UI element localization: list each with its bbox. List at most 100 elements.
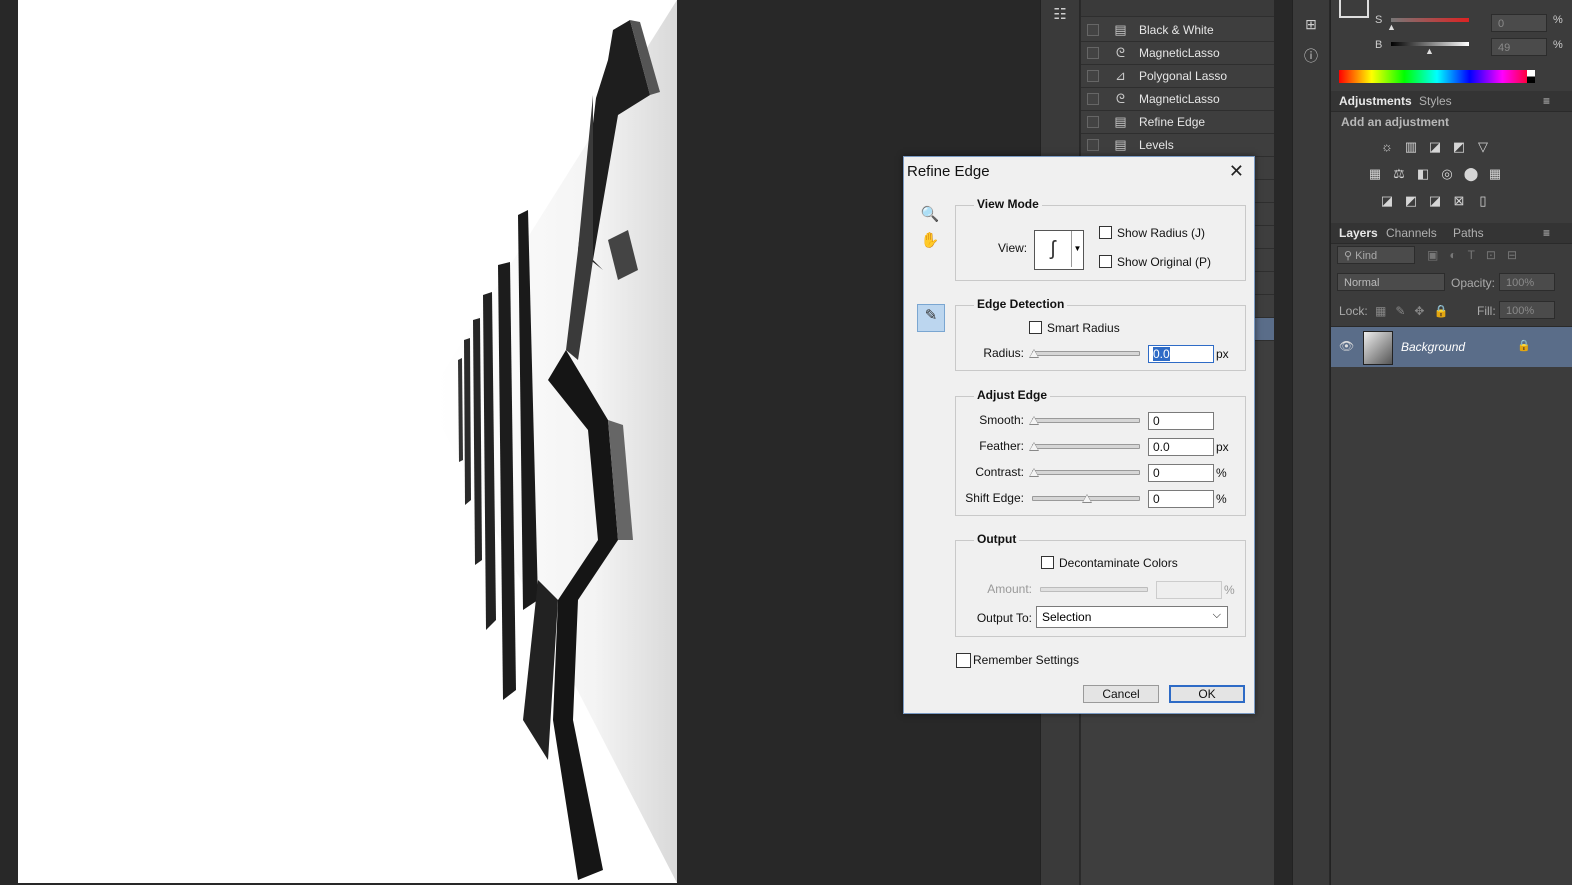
fill-field[interactable]: 100% <box>1499 301 1555 319</box>
invert-icon[interactable]: ◪ <box>1379 194 1395 208</box>
color-balance-icon[interactable]: ⚖ <box>1391 167 1407 181</box>
history-doc-icon: ▤ <box>1114 137 1127 152</box>
history-checkbox[interactable] <box>1087 93 1099 105</box>
show-radius-checkbox[interactable] <box>1099 226 1112 239</box>
contrast-unit: % <box>1216 466 1227 480</box>
history-item[interactable]: ᘓ MagneticLasso <box>1081 88 1274 111</box>
ok-button[interactable]: OK <box>1169 685 1245 703</box>
color-spectrum-ramp[interactable] <box>1339 70 1535 83</box>
history-checkbox[interactable] <box>1087 70 1099 82</box>
smart-radius-checkbox[interactable] <box>1029 321 1042 334</box>
color-lookup-icon[interactable]: ▦ <box>1487 167 1503 181</box>
history-item[interactable]: ⊿ Polygonal Lasso <box>1081 65 1274 88</box>
show-radius-label[interactable]: Show Radius (J) <box>1117 226 1205 240</box>
threshold-icon[interactable]: ◪ <box>1427 194 1443 208</box>
saturation-field[interactable]: 0 <box>1491 14 1547 32</box>
brightness-field[interactable]: 49 <box>1491 38 1547 56</box>
channel-mixer-icon[interactable]: ⬤ <box>1463 167 1479 181</box>
layer-filter-icons[interactable]: ▣◐T⊡⊟ <box>1427 248 1528 262</box>
smooth-input[interactable]: 0 <box>1148 412 1214 430</box>
history-snapshot-row[interactable] <box>1081 0 1274 17</box>
blend-mode-label: Normal <box>1344 277 1380 289</box>
history-item[interactable]: ᘓ MagneticLasso <box>1081 42 1274 65</box>
history-checkbox[interactable] <box>1087 116 1099 128</box>
shift-edge-input[interactable]: 0 <box>1148 490 1214 508</box>
decontaminate-colors-label[interactable]: Decontaminate Colors <box>1059 556 1178 570</box>
document-image[interactable] <box>18 0 677 883</box>
history-item[interactable]: ▤ Levels <box>1081 134 1274 157</box>
zoom-tool-icon[interactable]: 🔍 <box>919 204 941 226</box>
lock-icons[interactable]: ▦✎✥🔒 <box>1375 304 1457 318</box>
posterize-icon[interactable]: ◩ <box>1403 194 1419 208</box>
close-icon[interactable]: ✕ <box>1229 161 1244 182</box>
history-item[interactable]: ▤ Refine Edge <box>1081 111 1274 134</box>
panel-menu-icon[interactable]: ≡ <box>1543 94 1550 108</box>
remember-settings-label[interactable]: Remember Settings <box>973 653 1079 667</box>
layer-name[interactable]: Background <box>1401 340 1465 354</box>
output-to-select[interactable]: Selection ⌵ <box>1036 606 1228 628</box>
smart-radius-label[interactable]: Smart Radius <box>1047 321 1120 335</box>
radius-slider[interactable] <box>1032 351 1140 356</box>
gradient-map-icon[interactable]: ▯ <box>1475 194 1491 208</box>
levels-icon[interactable]: ▥ <box>1403 140 1419 154</box>
chevron-down-icon[interactable]: ⌵ <box>1213 609 1221 622</box>
curves-icon[interactable]: ◪ <box>1427 140 1443 154</box>
show-original-label[interactable]: Show Original (P) <box>1117 255 1211 269</box>
vibrance-icon[interactable]: ▽ <box>1475 140 1491 154</box>
properties-icon[interactable]: ☷ <box>1049 4 1071 26</box>
layer-row-background[interactable]: 👁 Background 🔒 <box>1331 327 1572 367</box>
tab-channels[interactable]: Channels <box>1386 226 1437 240</box>
edge-detection-title: Edge Detection <box>974 297 1068 311</box>
dialog-title: Refine Edge <box>907 163 990 180</box>
hand-tool-icon[interactable]: ✋ <box>919 230 941 252</box>
contrast-input[interactable]: 0 <box>1148 464 1214 482</box>
contrast-slider-knob[interactable] <box>1029 468 1039 477</box>
decontaminate-colors-checkbox[interactable] <box>1041 556 1054 569</box>
black-white-icon[interactable]: ◧ <box>1415 167 1431 181</box>
selective-color-icon[interactable]: ⊠ <box>1451 194 1467 208</box>
opacity-field[interactable]: 100% <box>1499 273 1555 291</box>
history-checkbox[interactable] <box>1087 139 1099 151</box>
history-checkbox[interactable] <box>1087 47 1099 59</box>
tab-styles[interactable]: Styles <box>1419 94 1452 108</box>
hue-saturation-icon[interactable]: ▦ <box>1367 167 1383 181</box>
refine-radius-tool-icon[interactable]: ✎ <box>917 304 945 332</box>
chevron-down-icon[interactable]: ▼ <box>1071 231 1083 267</box>
shift-edge-slider-knob[interactable] <box>1082 494 1092 503</box>
saturation-slider-knob[interactable]: ▲ <box>1387 22 1396 32</box>
tab-layers[interactable]: Layers <box>1339 226 1378 240</box>
smooth-slider[interactable] <box>1032 418 1140 423</box>
layer-filter-select[interactable]: ⚲ Kind <box>1337 246 1415 264</box>
photo-filter-icon[interactable]: ◎ <box>1439 167 1455 181</box>
smooth-slider-knob[interactable] <box>1029 416 1039 425</box>
foreground-color-swatch[interactable] <box>1339 0 1369 18</box>
feather-slider[interactable] <box>1032 444 1140 449</box>
tab-adjustments[interactable]: Adjustments <box>1339 94 1412 108</box>
blend-mode-select[interactable]: Normal <box>1337 273 1445 291</box>
contrast-slider[interactable] <box>1032 470 1140 475</box>
radius-slider-knob[interactable] <box>1029 349 1039 358</box>
brightness-contrast-icon[interactable]: ☼ <box>1379 140 1395 154</box>
remember-settings-checkbox[interactable] <box>956 653 971 668</box>
feather-input[interactable]: 0.0 <box>1148 438 1214 456</box>
info-icon[interactable]: ⓘ <box>1301 46 1321 66</box>
exposure-icon[interactable]: ◩ <box>1451 140 1467 154</box>
layer-comps-icon[interactable]: ⊞ <box>1301 16 1321 36</box>
show-original-checkbox[interactable] <box>1099 255 1112 268</box>
layer-filter-label: Kind <box>1355 250 1378 262</box>
panel-menu-icon[interactable]: ≡ <box>1543 226 1550 240</box>
history-item-label: Polygonal Lasso <box>1139 69 1228 83</box>
brightness-slider-knob[interactable]: ▲ <box>1425 46 1434 56</box>
history-checkbox[interactable] <box>1087 24 1099 36</box>
visibility-eye-icon[interactable]: 👁 <box>1339 339 1354 353</box>
history-item-label: MagneticLasso <box>1139 46 1220 60</box>
brightness-unit: % <box>1553 39 1563 51</box>
history-item[interactable]: ▤ Black & White <box>1081 19 1274 42</box>
tab-paths[interactable]: Paths <box>1453 226 1484 240</box>
saturation-slider[interactable] <box>1391 18 1469 22</box>
feather-slider-knob[interactable] <box>1029 442 1039 451</box>
view-mode-picker[interactable]: ʃ ▼ <box>1034 230 1084 270</box>
cancel-button[interactable]: Cancel <box>1083 685 1159 703</box>
black-white-ramp[interactable] <box>1527 70 1535 83</box>
radius-input[interactable]: 0.0 <box>1148 345 1214 363</box>
